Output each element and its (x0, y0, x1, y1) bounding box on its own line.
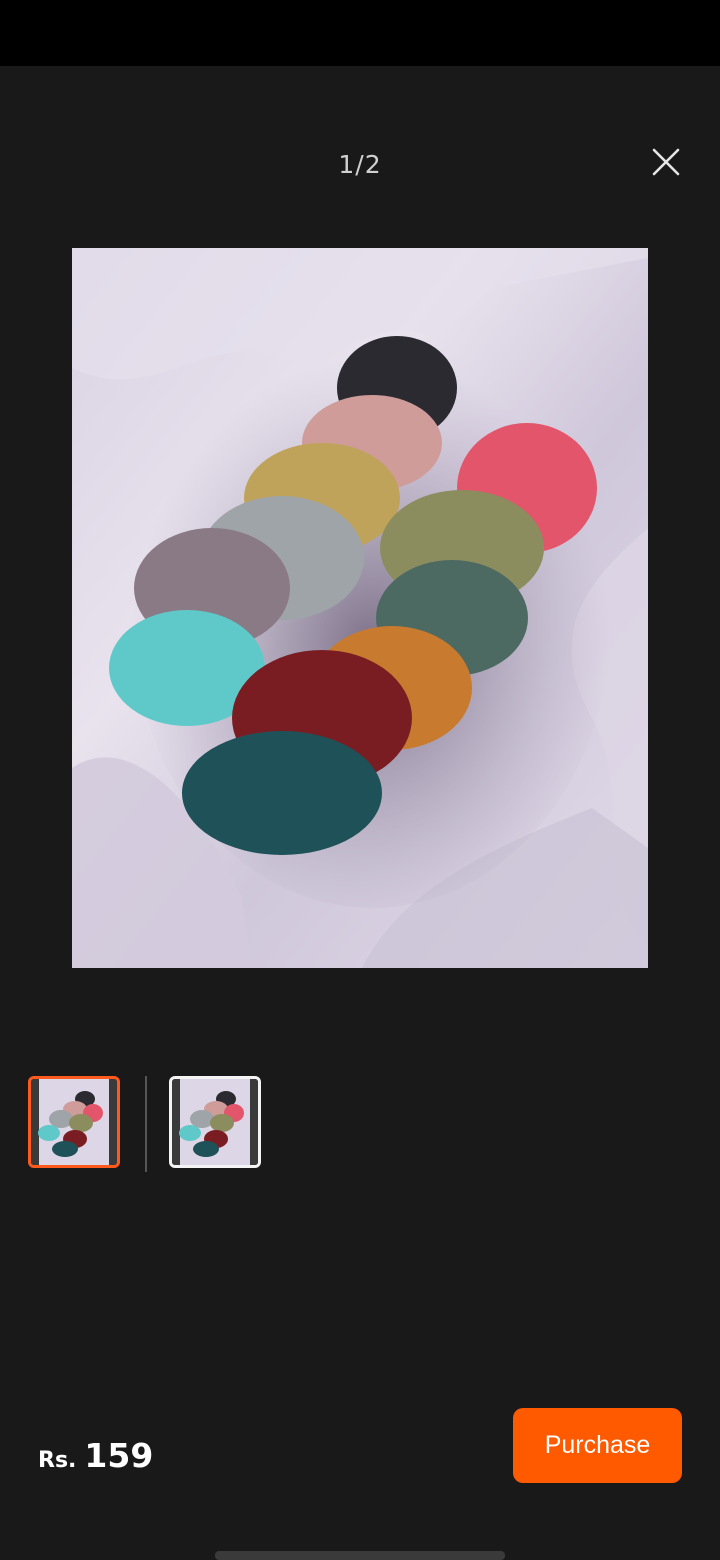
close-icon (652, 148, 680, 176)
thumbnail-1-selected[interactable] (28, 1076, 120, 1168)
thumbnail-image (31, 1079, 117, 1165)
thumbnail-image (172, 1079, 258, 1165)
home-indicator[interactable] (215, 1551, 505, 1560)
main-product-image[interactable] (72, 248, 648, 968)
thumbnail-2[interactable] (169, 1076, 261, 1168)
status-bar (0, 0, 720, 66)
purchase-button[interactable]: Purchase (513, 1408, 682, 1483)
price: Rs. 159 (38, 1436, 153, 1475)
thumbnail-strip (0, 1076, 720, 1174)
thumbnail-divider (145, 1076, 147, 1172)
product-image-viewer: 1/2 Rs. 159 Purchase (0, 0, 720, 1560)
close-button[interactable] (640, 138, 692, 190)
price-value: 159 (84, 1436, 154, 1475)
price-currency: Rs. (38, 1448, 77, 1473)
image-counter: 1/2 (338, 150, 382, 179)
